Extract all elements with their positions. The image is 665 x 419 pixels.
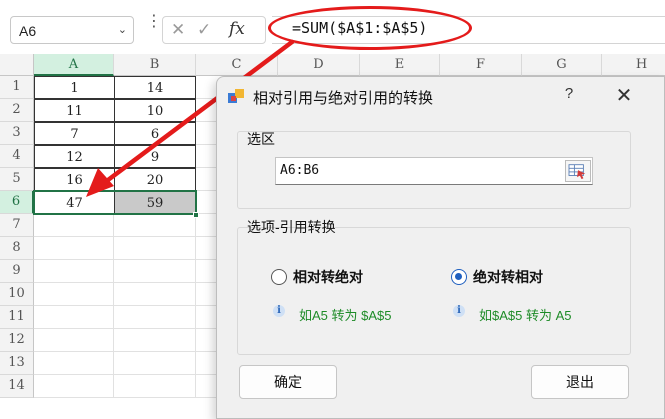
column-header-c[interactable]: C: [196, 54, 278, 76]
cell-b1[interactable]: 14: [114, 76, 196, 99]
row-header-8[interactable]: 8: [0, 237, 34, 260]
option-absolute-to-relative-label[interactable]: 绝对转相对: [473, 267, 543, 287]
row-header-1[interactable]: 1: [0, 76, 34, 99]
range-input[interactable]: A6:B6: [275, 157, 593, 185]
range-value: A6:B6: [280, 163, 320, 178]
dialog-title-bar[interactable]: 相对引用与绝对引用的转换 ? ✕: [217, 77, 664, 115]
range-select-icon: [568, 164, 586, 180]
option-absolute-to-relative-hint: 如$A$5 转为 A5: [479, 308, 572, 323]
option-group: [237, 227, 631, 355]
chevron-down-icon[interactable]: ⌄: [118, 23, 127, 36]
cell-a4[interactable]: 12: [34, 145, 115, 168]
cell-b3[interactable]: 6: [114, 122, 196, 145]
option-relative-to-absolute-hint: 如A5 转为 $A$5: [299, 308, 392, 323]
formula-controls: ✕ ✓ fx: [162, 16, 266, 44]
column-header-a[interactable]: A: [34, 54, 114, 76]
selected-range: [33, 190, 197, 215]
range-select-button[interactable]: [565, 160, 591, 182]
row-header-3[interactable]: 3: [0, 122, 34, 145]
close-button[interactable]: ✕: [611, 83, 637, 109]
row-header-11[interactable]: 11: [0, 306, 34, 329]
option-relative-to-absolute-radio[interactable]: [271, 269, 287, 285]
select-all-corner[interactable]: [0, 54, 34, 76]
row-header-12[interactable]: 12: [0, 329, 34, 352]
cell-a2[interactable]: 11: [34, 99, 115, 122]
name-box-value: A6: [19, 23, 37, 39]
cell-a1[interactable]: 1: [34, 76, 115, 99]
cell-a3[interactable]: 7: [34, 122, 115, 145]
dialog-title: 相对引用与绝对引用的转换: [253, 90, 434, 107]
cell-b5[interactable]: 20: [114, 168, 196, 191]
insert-function-icon[interactable]: fx: [229, 19, 245, 39]
name-box[interactable]: A6 ⌄: [10, 16, 134, 44]
row-header-4[interactable]: 4: [0, 145, 34, 168]
enter-icon[interactable]: ✓: [197, 20, 211, 40]
info-icon: i: [453, 305, 465, 317]
row-header-13[interactable]: 13: [0, 352, 34, 375]
cell-b2[interactable]: 10: [114, 99, 196, 122]
option-relative-to-absolute-label[interactable]: 相对转绝对: [293, 267, 363, 287]
column-header-e[interactable]: E: [360, 54, 440, 76]
column-header-f[interactable]: F: [440, 54, 522, 76]
drag-handle-icon[interactable]: ⋮: [146, 14, 162, 30]
row-header-7[interactable]: 7: [0, 214, 34, 237]
info-icon: i: [273, 305, 285, 317]
reference-convert-dialog: 相对引用与绝对引用的转换 ? ✕ 选区 A6:B6 选项-引用转换 相对转绝对 …: [216, 76, 665, 419]
column-header-g[interactable]: G: [522, 54, 602, 76]
option-absolute-to-relative-radio[interactable]: [451, 269, 467, 285]
fill-handle[interactable]: [193, 212, 199, 218]
ok-button[interactable]: 确定: [239, 365, 337, 399]
row-header-2[interactable]: 2: [0, 99, 34, 122]
cell-b4[interactable]: 9: [114, 145, 196, 168]
option-group-title: 选项-引用转换: [247, 219, 336, 235]
exit-button[interactable]: 退出: [531, 365, 629, 399]
help-button[interactable]: ?: [557, 85, 581, 107]
cell-a5[interactable]: 16: [34, 168, 115, 191]
row-header-14[interactable]: 14: [0, 375, 34, 398]
row-header-10[interactable]: 10: [0, 283, 34, 306]
cancel-icon[interactable]: ✕: [171, 20, 185, 40]
row-header-5[interactable]: 5: [0, 168, 34, 191]
column-header-d[interactable]: D: [278, 54, 360, 76]
column-header-b[interactable]: B: [114, 54, 196, 76]
app-icon: [228, 89, 244, 103]
row-header-9[interactable]: 9: [0, 260, 34, 283]
range-group-title: 选区: [247, 131, 275, 147]
row-header-6[interactable]: 6: [0, 191, 34, 214]
column-header-h[interactable]: H: [602, 54, 665, 76]
annotation-ellipse: [268, 6, 472, 50]
